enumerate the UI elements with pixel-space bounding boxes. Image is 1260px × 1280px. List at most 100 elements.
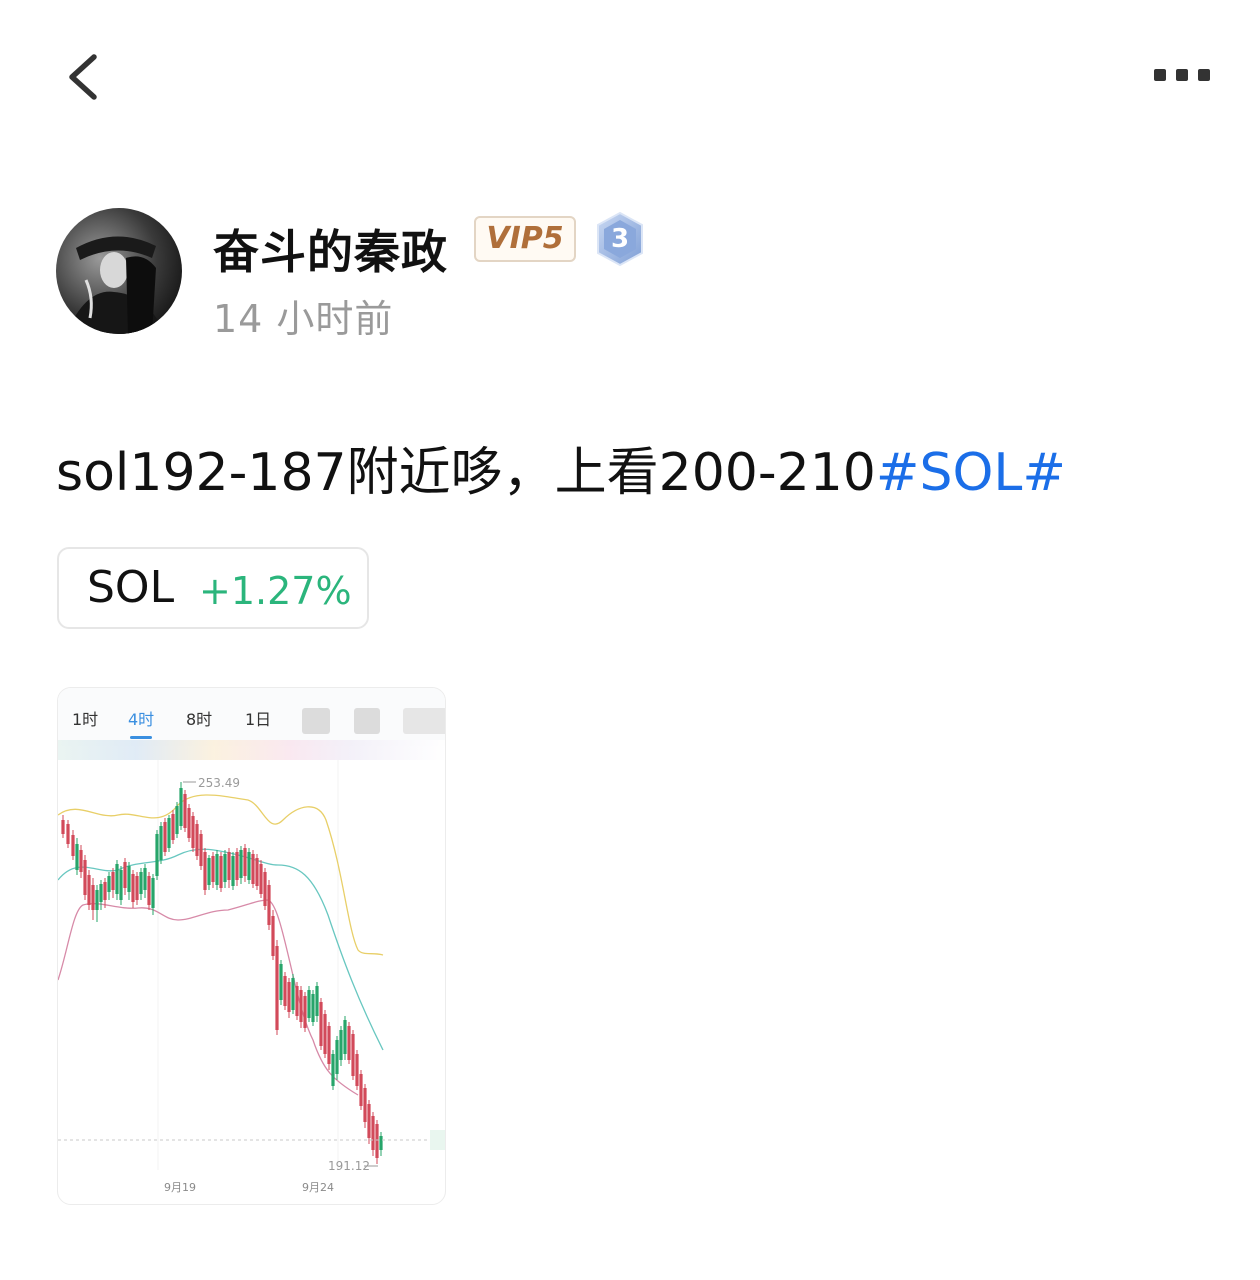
- candle-body: [115, 864, 119, 894]
- bollinger-bands: [58, 794, 384, 1096]
- candle-body: [75, 844, 79, 870]
- candle-body: [123, 862, 127, 888]
- candle-body: [275, 946, 279, 1030]
- candle-body: [299, 990, 303, 1022]
- candle-body: [171, 814, 175, 840]
- candle-body: [103, 882, 107, 900]
- candle-body: [211, 856, 215, 882]
- candle-body: [119, 870, 123, 900]
- candlestick-chart: 253.49 191.12 9月19 9月24: [58, 760, 445, 1194]
- candle-body: [95, 890, 99, 910]
- candle-body: [195, 824, 199, 856]
- candle-body: [199, 834, 203, 866]
- candle-body: [127, 866, 131, 892]
- candle-body: [179, 788, 183, 826]
- candle-body: [61, 820, 65, 834]
- chart-image[interactable]: 1时 4时 8时 1日 253.49 191.12 9月19 9月24: [57, 687, 446, 1205]
- candle-body: [231, 856, 235, 886]
- candle-body: [227, 852, 231, 880]
- candle-body: [371, 1116, 375, 1150]
- candle-body: [83, 860, 87, 895]
- candle-body: [223, 854, 227, 882]
- candle-body: [163, 822, 167, 852]
- hashtag-link[interactable]: #SOL#: [876, 443, 1066, 503]
- low-label: 191.12: [328, 1159, 370, 1173]
- candle-body: [191, 816, 195, 848]
- candle-body: [363, 1088, 367, 1122]
- level-number: 3: [610, 224, 630, 254]
- candle-body: [335, 1040, 339, 1074]
- candle-body: [255, 858, 259, 886]
- author-name[interactable]: 奋斗的秦政: [213, 216, 448, 282]
- candle-body: [359, 1074, 363, 1106]
- candle-body: [155, 834, 159, 876]
- level-badge: 3: [594, 211, 646, 267]
- candle-body: [147, 876, 151, 905]
- candle-body: [239, 850, 243, 878]
- candle-body: [379, 1136, 383, 1150]
- author-row: 奋斗的秦政 VIP5 3 14 小时前: [56, 208, 756, 341]
- high-label: 253.49: [198, 776, 240, 790]
- candle-body: [111, 872, 115, 890]
- candle-body: [167, 818, 171, 848]
- candle-body: [343, 1020, 347, 1054]
- candle-body: [375, 1124, 379, 1158]
- candle-body: [151, 878, 155, 908]
- vip-badge: VIP5: [474, 216, 576, 262]
- blurred-tab: [302, 708, 330, 734]
- candle-body: [303, 996, 307, 1028]
- candle-body: [259, 864, 263, 894]
- candle-body: [355, 1054, 359, 1086]
- candle-body: [71, 835, 75, 856]
- candle-body: [323, 1014, 327, 1054]
- candle-body: [263, 872, 267, 906]
- candle-body: [279, 964, 283, 1000]
- candle-body: [203, 852, 207, 890]
- coin-chip[interactable]: SOL +1.27%: [57, 547, 369, 629]
- post-text: sol192-187附近哆，上看200-210: [56, 443, 876, 503]
- candle-body: [347, 1026, 351, 1060]
- candle-body: [131, 874, 135, 902]
- candle-body: [219, 856, 223, 888]
- price-axis-tag: [430, 1130, 445, 1150]
- tab-1d[interactable]: 1日: [245, 706, 271, 730]
- candle-body: [271, 916, 275, 956]
- candle-body: [107, 876, 111, 892]
- candle-body: [291, 978, 295, 1010]
- top-bar: [0, 0, 1260, 150]
- post-time: 14 小时前: [213, 297, 394, 341]
- more-dots-icon: [1154, 69, 1210, 81]
- candle-body: [215, 854, 219, 885]
- avatar[interactable]: [56, 208, 182, 334]
- candle-body: [327, 1026, 331, 1064]
- date-label-1: 9月19: [164, 1181, 196, 1194]
- coin-change: +1.27%: [199, 569, 352, 613]
- active-tab-underline: [130, 736, 152, 739]
- candle-body: [267, 885, 271, 925]
- candle-body: [183, 794, 187, 828]
- candle-body: [139, 872, 143, 894]
- blurred-tab: [403, 708, 445, 734]
- candle-body: [175, 806, 179, 834]
- candle-body: [307, 990, 311, 1018]
- tab-8h[interactable]: 8时: [186, 706, 212, 730]
- more-button[interactable]: [1148, 60, 1220, 90]
- candle-body: [99, 884, 103, 902]
- chart-tab-row: 1时 4时 8时 1日: [58, 688, 445, 746]
- candle-body: [315, 986, 319, 1016]
- candle-body: [91, 885, 95, 910]
- candle-body: [235, 852, 239, 880]
- coin-symbol: SOL: [87, 562, 175, 613]
- blurred-legend-strip: [58, 740, 445, 760]
- candle-body: [287, 982, 291, 1012]
- tab-1h[interactable]: 1时: [72, 706, 98, 730]
- back-button[interactable]: [58, 45, 118, 109]
- candle-body: [351, 1034, 355, 1076]
- candle-body: [295, 986, 299, 1016]
- tab-4h[interactable]: 4时: [128, 706, 154, 730]
- candle-body: [143, 868, 147, 890]
- candle-body: [319, 1002, 323, 1046]
- candle-body: [367, 1104, 371, 1138]
- candle-body: [311, 994, 315, 1022]
- avatar-image: [56, 208, 182, 334]
